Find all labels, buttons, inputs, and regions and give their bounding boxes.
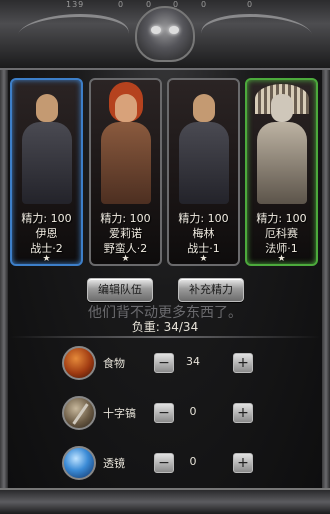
hero-name: 爱莉诺	[109, 227, 142, 240]
hero-card[interactable]: 精力: 100 伊恩 战士·2 ★	[10, 78, 83, 266]
hero-card[interactable]: 精力: 100 梅林 战士·1 ★	[167, 78, 240, 266]
item-label: 食物	[103, 357, 125, 370]
item-row-food: 食物 − 34 +	[0, 346, 330, 380]
hero-stamina: 精力: 100	[100, 212, 151, 225]
load-indicator: 负重: 34/34	[131, 320, 199, 334]
item-label: 十字镐	[103, 407, 136, 420]
hero-portrait	[253, 84, 310, 208]
hero-name: 梅林	[192, 227, 215, 240]
food-icon	[62, 346, 96, 380]
ornament-wing-right	[194, 14, 320, 54]
star-icon: ★	[199, 254, 208, 264]
item-quantity: 0	[189, 405, 197, 418]
hero-name: 厄科赛	[265, 227, 298, 240]
hero-card[interactable]: 精力: 100 爱莉诺 野蛮人·2 ★	[89, 78, 162, 266]
hero-name: 伊恩	[35, 227, 58, 240]
hero-portrait	[175, 88, 232, 208]
hero-stamina: 精力: 100	[256, 212, 307, 225]
refill-stamina-button[interactable]: 补充精力	[178, 278, 244, 302]
top-counter: 139	[66, 0, 85, 9]
top-counter: 0	[118, 0, 125, 9]
hero-cards: 精力: 100 伊恩 战士·2 ★ 精力: 100 爱莉诺 野蛮人·2 ★ 精力…	[10, 78, 320, 268]
ornament-wing-left	[10, 14, 136, 54]
item-quantity: 0	[189, 455, 197, 468]
divider	[10, 336, 320, 338]
increase-button[interactable]: +	[233, 353, 253, 373]
demon-emblem-icon	[135, 6, 195, 62]
hero-portrait	[18, 88, 75, 208]
decrease-button[interactable]: −	[154, 353, 174, 373]
star-icon: ★	[277, 254, 286, 264]
hero-portrait	[97, 88, 154, 208]
hero-stamina: 精力: 100	[178, 212, 229, 225]
pickaxe-icon	[62, 396, 96, 430]
top-counter: 0	[146, 0, 153, 9]
hero-stamina: 精力: 100	[21, 212, 72, 225]
item-row-lens: 透镜 − 0 +	[0, 446, 330, 480]
top-ornament: 139 0 0 0 0 0	[0, 0, 330, 70]
hero-card[interactable]: 精力: 100 厄科赛 法师·1 ★	[245, 78, 318, 266]
edit-team-button[interactable]: 编辑队伍	[87, 278, 153, 302]
star-icon: ★	[42, 254, 51, 264]
bottom-frame	[0, 488, 330, 514]
item-label: 透镜	[103, 457, 125, 470]
decrease-button[interactable]: −	[154, 453, 174, 473]
lens-icon	[62, 446, 96, 480]
item-row-pickaxe: 十字镐 − 0 +	[0, 396, 330, 430]
increase-button[interactable]: +	[233, 453, 253, 473]
top-counter: 0	[247, 0, 254, 9]
star-icon: ★	[121, 254, 130, 264]
increase-button[interactable]: +	[233, 403, 253, 423]
top-counter: 0	[201, 0, 208, 9]
item-quantity: 34	[186, 355, 200, 368]
action-buttons: 编辑队伍 补充精力	[0, 278, 330, 302]
decrease-button[interactable]: −	[154, 403, 174, 423]
